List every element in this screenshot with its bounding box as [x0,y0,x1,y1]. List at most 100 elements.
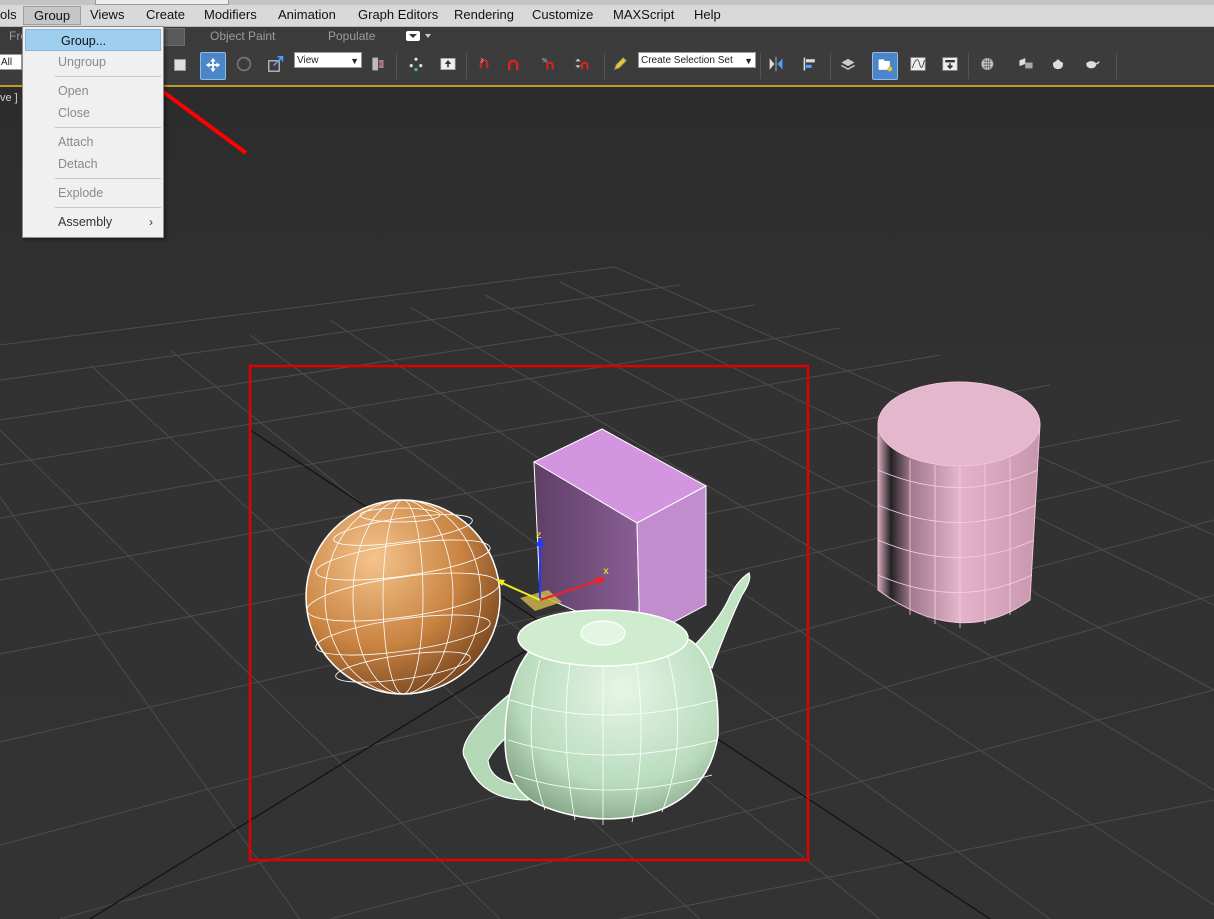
menu-animation[interactable]: Animation [278,7,336,22]
schematic-view-button[interactable] [938,52,962,78]
menu-help[interactable]: Help [694,7,721,22]
ribbon-options-icon[interactable] [406,31,420,41]
keyboard-icon [440,58,456,70]
render-setup-icon [1019,58,1033,69]
align-icon [803,57,815,71]
menu-item-explode[interactable]: Explode [23,182,163,204]
menu-item-assembly[interactable]: Assembly › [23,211,163,233]
reference-coordinate-dropdown[interactable]: View ▼ [294,52,362,68]
menu-customize[interactable]: Customize [532,7,593,22]
ribbon-dropdown-arrow-icon[interactable] [425,34,431,38]
mirror-icon [769,56,783,72]
menu-item-attach[interactable]: Attach [23,131,163,153]
ribbon-tab-populate[interactable]: Populate [328,29,375,43]
scene-canvas: x z [0,266,1214,919]
menu-graph-editors[interactable]: Graph Editors [358,7,438,22]
menu-separator [55,127,161,128]
schematic-icon [942,57,958,71]
select-object-icon [174,59,186,71]
snaps-toggle-button[interactable]: 3 [474,52,498,78]
percent-snap-button[interactable]: % [538,52,562,78]
menu-item-close[interactable]: Close [23,102,163,124]
toolbar-separator [604,53,605,79]
box-object [532,428,708,641]
named-selection-set-dropdown[interactable]: Create Selection Set ▼ [638,52,756,68]
menu-maxscript[interactable]: MAXScript [613,7,674,22]
angle-snap-button[interactable] [502,52,526,78]
menu-item-detach[interactable]: Detach [23,153,163,175]
align-button[interactable] [798,52,822,78]
select-and-scale-button[interactable] [264,52,288,78]
select-and-rotate-button[interactable] [232,52,256,78]
teapot-object [462,572,751,825]
render-teapot-icon [1086,61,1100,69]
mirror-button[interactable] [764,52,788,78]
chevron-down-icon: ▼ [744,56,753,66]
named-selection-set-value: Create Selection Set [641,55,733,66]
rotate-icon [236,56,252,72]
viewport-label[interactable]: ve ] [0,92,18,104]
edit-named-selection-button[interactable] [608,52,632,78]
toolbar-separator [830,53,831,79]
menu-item-group[interactable]: Group... [25,29,161,51]
material-editor-button[interactable] [976,52,1000,78]
curve-editor-button[interactable] [906,52,930,78]
toolbar-separator [760,53,761,79]
layer-explorer-button[interactable] [836,52,860,78]
curve-editor-icon [910,57,926,71]
menu-modifiers[interactable]: Modifiers [204,7,257,22]
toolbar-separator [1116,53,1117,79]
menu-create[interactable]: Create [146,7,185,22]
toolbar-separator [466,53,467,79]
svg-text:x: x [603,566,609,577]
layers-icon [841,58,855,70]
render-setup-button[interactable] [1014,52,1038,78]
teapot-render-icon [1052,59,1064,70]
render-production-button[interactable] [1080,52,1104,78]
ribbon-tab-object-paint[interactable]: Object Paint [210,29,275,43]
menu-views[interactable]: Views [90,7,124,22]
rendered-frame-window-button[interactable] [1046,52,1070,78]
chevron-right-icon: › [149,215,153,229]
select-object-button[interactable] [170,52,194,78]
scale-icon [268,56,284,72]
pencil-icon [613,57,627,71]
title-strip [0,0,1214,5]
selection-filter-dropdown[interactable]: All [0,54,22,70]
toolbar-separator [396,53,397,79]
group-menu-dropdown: Group... Ungroup Open Close Attach Detac… [22,26,164,238]
menu-bar: ols Group Views Create Modifiers Animati… [0,0,1214,27]
menu-item-ungroup[interactable]: Ungroup [23,51,163,73]
menu-separator [55,178,161,179]
manipulate-button[interactable] [404,52,428,78]
title-tab [95,0,229,5]
angle-snap-icon [508,59,519,71]
scene-explorer-button[interactable] [872,52,898,80]
pivot-icon [372,57,384,71]
selection-filter-value: All [1,57,13,68]
svg-text:3: 3 [480,59,483,65]
chevron-down-icon: ▼ [350,56,359,66]
perspective-viewport[interactable]: x z ve] [0,87,1214,919]
select-and-move-button[interactable] [200,52,226,80]
menu-separator [55,76,161,77]
percent-snap-icon: % [542,58,554,70]
ribbon-tabs: Fre Object Paint Populate [0,27,1214,47]
menu-tools[interactable]: ols [0,7,17,22]
keyboard-shortcut-override-button[interactable] [436,52,460,78]
move-icon [205,57,221,73]
spinner-snap-button[interactable] [570,52,594,78]
menu-rendering[interactable]: Rendering [454,7,514,22]
cylinder-object [877,381,1041,628]
ribbon-tab-selected[interactable] [163,28,185,46]
svg-text:z: z [536,530,541,541]
reference-coordinate-value: View [297,55,319,66]
menu-separator [55,207,161,208]
toolbar-separator [968,53,969,79]
sphere-object [305,499,501,695]
menu-item-open[interactable]: Open [23,80,163,102]
menu-group[interactable]: Group [23,6,82,25]
pivot-center-button[interactable] [366,52,390,78]
menu-item-assembly-label: Assembly [58,215,113,229]
snap-magnet-icon: 3 [479,59,489,68]
